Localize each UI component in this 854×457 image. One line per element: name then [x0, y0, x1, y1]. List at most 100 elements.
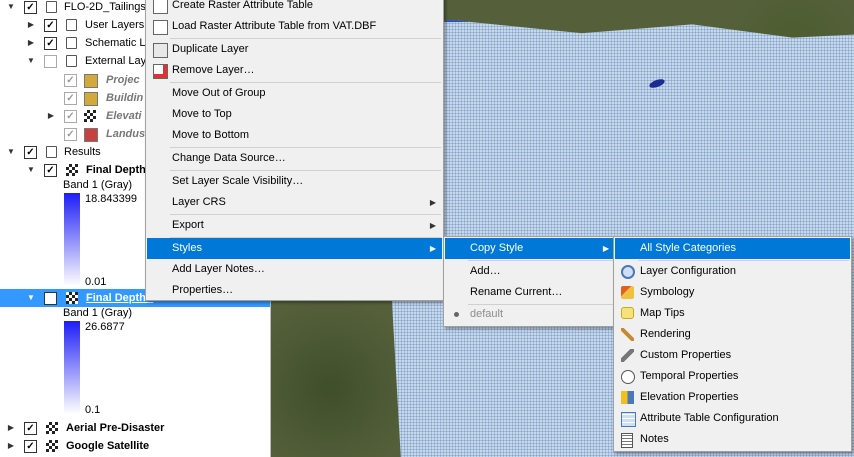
menu-item-notes[interactable]: Notes: [615, 429, 850, 450]
collapse-arrow-icon[interactable]: ▼: [26, 289, 36, 307]
legend-band-label: Band 1 (Gray): [63, 179, 133, 191]
layer-checkbox[interactable]: ✓: [44, 19, 57, 32]
menu-item-move-to-bottom[interactable]: Move to Bottom: [147, 125, 442, 146]
menu-label: Map Tips: [640, 307, 685, 319]
expand-arrow-icon[interactable]: ▶: [26, 16, 36, 34]
menu-label: Properties…: [172, 284, 234, 296]
menu-item-duplicate-layer[interactable]: Duplicate Layer: [147, 39, 442, 60]
notes-icon: [621, 433, 633, 448]
layer-checkbox[interactable]: ✓: [24, 1, 37, 14]
collapse-arrow-icon[interactable]: ▼: [6, 0, 16, 16]
menu-item-styles[interactable]: Styles ▶: [147, 238, 442, 259]
raster-icon: [66, 164, 78, 176]
menu-item-layer-crs[interactable]: Layer CRS ▶: [147, 192, 442, 213]
layer-checkbox[interactable]: ✓: [64, 74, 77, 87]
menu-item-change-data-source[interactable]: Change Data Source…: [147, 148, 442, 169]
layer-checkbox[interactable]: ✓: [24, 440, 37, 453]
menu-item-rendering[interactable]: Rendering: [615, 324, 850, 345]
menu-label: Duplicate Layer: [172, 43, 249, 55]
menu-item-elevation-properties[interactable]: Elevation Properties: [615, 387, 850, 408]
group-icon: [46, 146, 57, 158]
menu-label: Rendering: [640, 328, 691, 340]
menu-label: Styles: [172, 242, 202, 254]
duplicate-icon: [153, 43, 168, 58]
menu-item-map-tips[interactable]: Map Tips: [615, 303, 850, 324]
menu-label: Elevation Properties: [640, 391, 739, 403]
submenu-arrow-icon: ▶: [429, 244, 436, 253]
menu-item-default-style[interactable]: default: [445, 304, 615, 325]
raster-icon: [84, 110, 96, 122]
raster-icon: [66, 292, 78, 304]
styles-submenu: Copy Style ▶ Add… Rename Current… defaul…: [443, 236, 617, 327]
layer-google[interactable]: ▶ ✓ Google Satellite: [0, 437, 270, 455]
legend-band-label: Band 1 (Gray): [63, 307, 133, 319]
layer-checkbox[interactable]: ✓: [44, 37, 57, 50]
layer-label: Google Satellite: [66, 440, 150, 452]
layer-checkbox[interactable]: ✓: [44, 292, 57, 305]
menu-label: All Style Categories: [640, 242, 736, 254]
menu-label: Set Layer Scale Visibility…: [172, 175, 304, 187]
collapse-arrow-icon[interactable]: ▼: [6, 143, 16, 161]
menu-label: Symbology: [640, 286, 695, 298]
collapse-arrow-icon[interactable]: ▼: [26, 161, 36, 179]
menu-item-export[interactable]: Export ▶: [147, 215, 442, 236]
menu-item-properties[interactable]: Properties…: [147, 280, 442, 301]
menu-item-temporal-properties[interactable]: Temporal Properties: [615, 366, 850, 387]
menu-item-add-layer-notes[interactable]: Add Layer Notes…: [147, 259, 442, 280]
menu-label: Load Raster Attribute Table from VAT.DBF: [172, 20, 377, 32]
layer-checkbox[interactable]: ✓: [24, 146, 37, 159]
menu-item-custom-properties[interactable]: Custom Properties: [615, 345, 850, 366]
menu-item-remove-layer[interactable]: Remove Layer…: [147, 60, 442, 81]
menu-item-move-out-of-group[interactable]: Move Out of Group: [147, 83, 442, 104]
layer-label: User Layers: [85, 19, 145, 31]
group-icon: [46, 1, 57, 13]
menu-item-scale-visibility[interactable]: Set Layer Scale Visibility…: [147, 171, 442, 192]
bullet-icon: [454, 312, 459, 317]
rendering-icon: [621, 328, 634, 341]
menu-item-symbology[interactable]: Symbology: [615, 282, 850, 303]
menu-label: Add…: [470, 265, 501, 277]
menu-label: Move to Bottom: [172, 129, 250, 141]
layer-checkbox[interactable]: ✓: [24, 422, 37, 435]
polygon-swatch-icon: [84, 92, 98, 106]
menu-item-attribute-table-config[interactable]: Attribute Table Configuration: [615, 408, 850, 429]
menu-item-layer-configuration[interactable]: Layer Configuration: [615, 261, 850, 282]
menu-label: Temporal Properties: [640, 370, 739, 382]
collapse-arrow-icon[interactable]: ▼: [26, 52, 36, 70]
menu-item-load-rat[interactable]: Load Raster Attribute Table from VAT.DBF: [147, 16, 442, 37]
menu-item-copy-style[interactable]: Copy Style ▶: [445, 238, 615, 259]
menu-item-add-style[interactable]: Add…: [445, 261, 615, 282]
group-icon: [66, 37, 77, 49]
legend-min-value: 0.01: [85, 276, 107, 288]
expand-arrow-icon[interactable]: ▶: [26, 34, 36, 52]
menu-label: Layer CRS: [172, 196, 226, 208]
submenu-arrow-icon: ▶: [602, 244, 609, 253]
menu-item-move-to-top[interactable]: Move to Top: [147, 104, 442, 125]
expand-arrow-icon[interactable]: ▶: [46, 107, 56, 125]
expand-arrow-icon[interactable]: ▶: [6, 419, 16, 437]
elevation-icon: [621, 391, 634, 404]
layer-checkbox[interactable]: ✓: [64, 92, 77, 105]
layer-checkbox[interactable]: ✓: [64, 110, 77, 123]
remove-layer-icon: [153, 64, 168, 79]
layer-checkbox[interactable]: ✓: [64, 128, 77, 141]
menu-item-create-rat[interactable]: Create Raster Attribute Table: [147, 0, 442, 16]
menu-label: Move to Top: [172, 108, 232, 120]
submenu-arrow-icon: ▶: [429, 198, 436, 207]
menu-label: Export: [172, 219, 204, 231]
menu-label: Remove Layer…: [172, 64, 255, 76]
custom-properties-icon: [621, 349, 634, 362]
legend-max-value: 26.6877: [85, 321, 125, 333]
menu-item-all-style-categories[interactable]: All Style Categories: [615, 238, 850, 259]
polygon-swatch-icon: [84, 74, 98, 88]
expand-arrow-icon[interactable]: ▶: [6, 437, 16, 455]
layer-label: Results: [64, 146, 101, 158]
layer-checkbox[interactable]: ✓: [44, 164, 57, 177]
menu-item-rename-current[interactable]: Rename Current…: [445, 282, 615, 303]
color-ramp: [64, 193, 80, 286]
menu-label: Move Out of Group: [172, 87, 266, 99]
layer-checkbox[interactable]: [44, 55, 57, 68]
layer-aerial[interactable]: ▶ ✓ Aerial Pre-Disaster: [0, 419, 270, 437]
raster-icon: [46, 440, 58, 452]
menu-label: Attribute Table Configuration: [640, 412, 779, 424]
